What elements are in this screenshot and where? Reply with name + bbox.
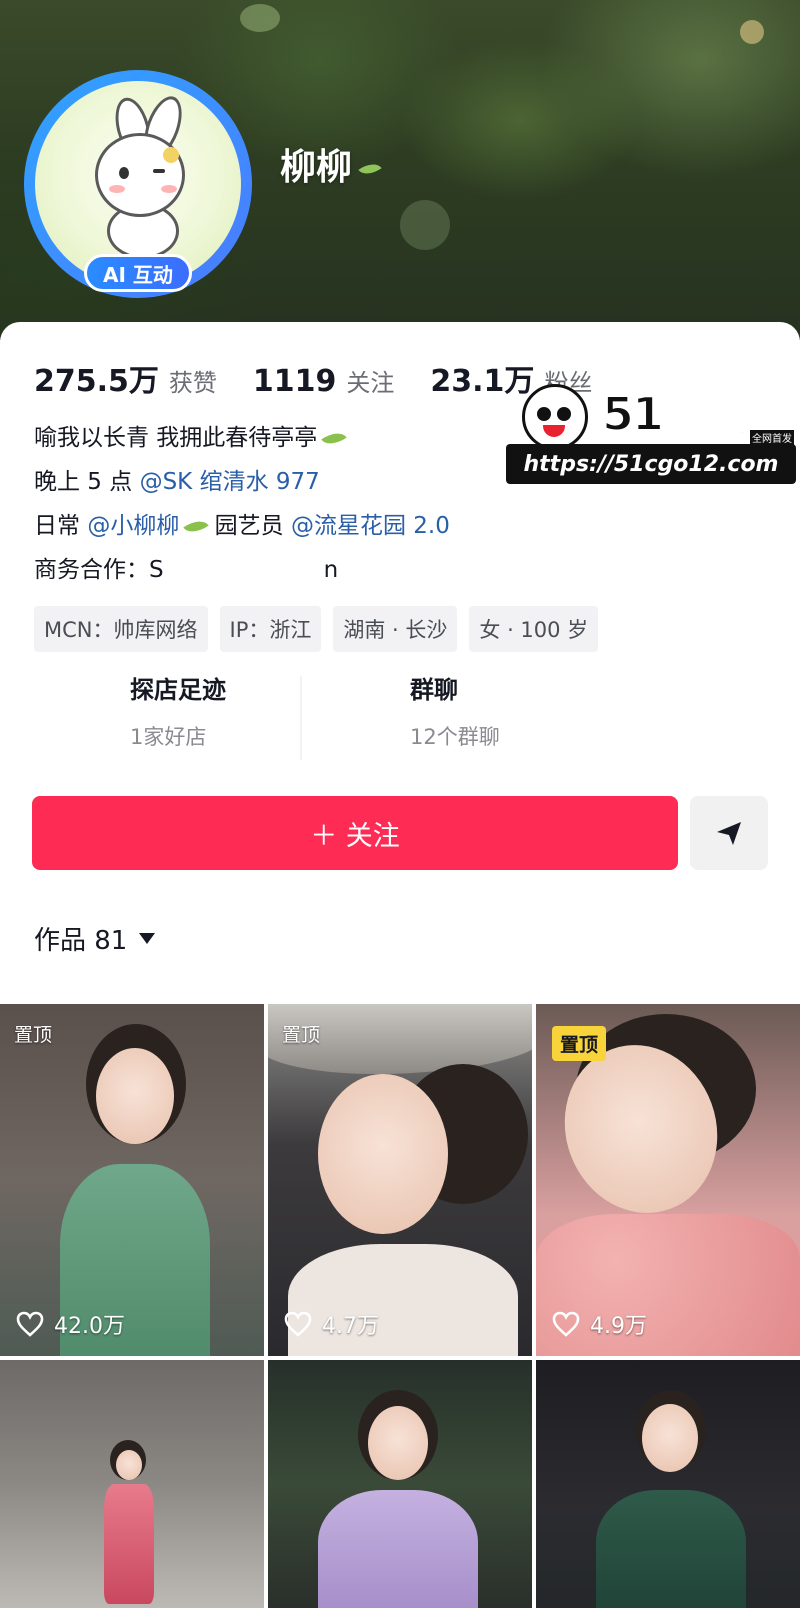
- watermark: 51 吃瓜 全网首发 https://51cgo12.com: [506, 384, 798, 488]
- watermark-number: 51: [601, 386, 665, 442]
- shortcut-group-chat[interactable]: 群聊 12个群聊: [410, 670, 500, 770]
- pinned-badge: 置顶: [14, 1024, 53, 1046]
- like-count: 4.9万: [552, 1308, 647, 1340]
- video-thumbnail[interactable]: [0, 1360, 264, 1608]
- send-icon: [717, 822, 741, 845]
- photo-figure: [96, 1048, 174, 1144]
- heart-icon: [16, 1311, 44, 1337]
- like-count-text: 4.9万: [590, 1314, 647, 1339]
- following-label[interactable]: 关注: [346, 363, 394, 398]
- shortcut-subtitle: 1家好店: [130, 725, 207, 749]
- following-count[interactable]: 1119: [253, 364, 337, 399]
- mention-link[interactable]: @SK 绾清水 977: [140, 469, 320, 495]
- bio-text: 晚上 5 点: [34, 469, 140, 495]
- bunny-cheek: [109, 185, 125, 193]
- panda-mouth: [543, 425, 565, 437]
- bio-line: 喻我以长青 我拥此春待亭亭: [34, 418, 348, 452]
- watermark-text: 吃瓜: [661, 392, 747, 443]
- profile-tags: MCN：帅库网络 IP：浙江 湖南 · 长沙 女 · 100 岁: [34, 606, 599, 652]
- like-count-text: 4.7万: [322, 1314, 379, 1339]
- panda-eye: [557, 407, 571, 421]
- bunny-bow: [163, 147, 179, 163]
- watermark-tagline: 全网首发: [750, 430, 794, 445]
- video-thumbnail[interactable]: 置顶 42.0万: [0, 1004, 264, 1356]
- video-thumbnail[interactable]: [536, 1360, 800, 1608]
- leaf-icon: [358, 158, 382, 180]
- bunny-eye: [119, 167, 129, 179]
- bokeh-light: [740, 20, 764, 44]
- shortcut-title: 群聊: [410, 676, 458, 704]
- video-thumbnail[interactable]: 置顶 4.7万: [268, 1004, 532, 1356]
- bio-text: 商务合作：S: [34, 557, 164, 583]
- watermark-brand: 51 吃瓜: [601, 384, 747, 444]
- watermark-url: https://51cgo12.com: [506, 444, 796, 484]
- follow-button-label: ＋ 关注: [310, 820, 400, 852]
- bunny-eye: [153, 169, 165, 173]
- bunny-head: [95, 133, 185, 217]
- photo-figure: [318, 1490, 478, 1608]
- works-label: 作品 81: [34, 926, 128, 956]
- tag-location: 湖南 · 长沙: [333, 606, 458, 652]
- bokeh-light: [400, 200, 450, 250]
- bunny-cheek: [161, 185, 177, 193]
- profile-name-text: 柳柳: [280, 147, 353, 188]
- bio-line: 日常 @小柳柳 园艺员 @流星花园 2.0: [34, 506, 450, 540]
- photo-figure: [116, 1450, 142, 1480]
- works-tab[interactable]: 作品 81: [34, 920, 156, 957]
- mention-link[interactable]: @流星花园 2.0: [291, 513, 450, 539]
- profile-cover: AI 互动 柳柳: [0, 0, 800, 340]
- follow-button[interactable]: ＋ 关注: [32, 796, 678, 870]
- photo-figure: [104, 1484, 154, 1604]
- bio-text: n: [323, 557, 339, 583]
- like-count: 4.7万: [284, 1308, 379, 1340]
- shortcut-store-visits[interactable]: 探店足迹 1家好店: [130, 670, 226, 770]
- bio-text: 喻我以长青 我拥此春待亭亭: [34, 425, 318, 451]
- bio-text: 园艺员: [207, 513, 291, 539]
- bio-text: 日常: [34, 513, 88, 539]
- profile-shortcuts: 探店足迹 1家好店 群聊 12个群聊: [0, 670, 800, 790]
- heart-icon: [552, 1311, 580, 1337]
- bio-line: 商务合作：S n: [34, 550, 338, 584]
- panda-eye: [537, 407, 551, 421]
- leaf-icon: [183, 514, 210, 539]
- profile-name: 柳柳: [280, 138, 382, 190]
- ai-interact-badge[interactable]: AI 互动: [84, 254, 192, 292]
- likes-label[interactable]: 获赞: [169, 363, 217, 398]
- shortcut-subtitle: 12个群聊: [410, 725, 500, 749]
- video-thumbnail[interactable]: [268, 1360, 532, 1608]
- tag-ip: IP：浙江: [219, 606, 322, 652]
- divider: [300, 676, 302, 760]
- caret-down-icon: [139, 933, 156, 944]
- leaf-icon: [321, 426, 348, 451]
- bokeh-light: [240, 4, 280, 32]
- photo-figure: [596, 1490, 746, 1608]
- heart-icon: [284, 1311, 312, 1337]
- like-count-text: 42.0万: [54, 1314, 125, 1339]
- photo-figure: [642, 1404, 698, 1472]
- photo-figure: [318, 1074, 448, 1234]
- pinned-badge: 置顶: [552, 1026, 607, 1061]
- pinned-badge: 置顶: [282, 1024, 321, 1046]
- likes-count[interactable]: 275.5万: [34, 356, 159, 400]
- like-count: 42.0万: [16, 1308, 125, 1340]
- tag-gender-age: 女 · 100 岁: [469, 606, 599, 652]
- mention-link[interactable]: @小柳柳: [87, 513, 179, 539]
- bio-line: 晚上 5 点 @SK 绾清水 977: [34, 462, 320, 496]
- tag-mcn[interactable]: MCN：帅库网络: [34, 606, 208, 652]
- video-thumbnail[interactable]: 置顶 4.9万: [536, 1004, 800, 1356]
- panda-logo-icon: [522, 384, 588, 450]
- shortcut-title: 探店足迹: [130, 676, 226, 704]
- photo-figure: [368, 1406, 428, 1480]
- share-button[interactable]: [690, 796, 768, 870]
